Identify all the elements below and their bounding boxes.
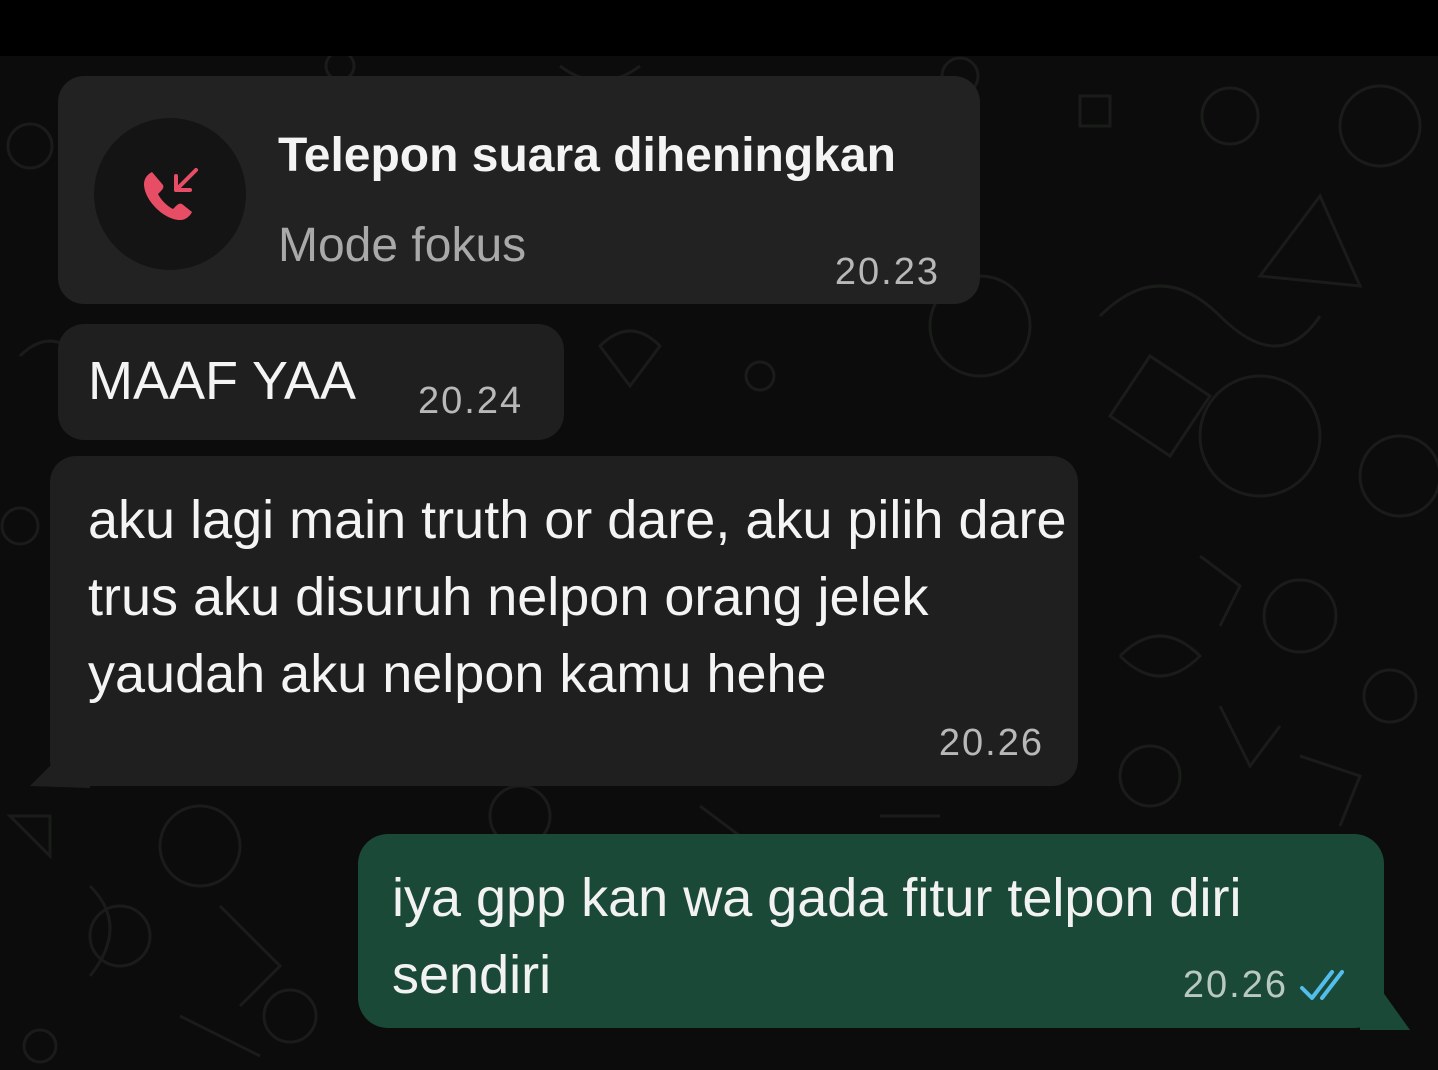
call-notice-bubble[interactable]: Telepon suara diheningkan Mode fokus 20.… [58, 76, 980, 304]
message-timestamp: 20.24 [418, 380, 524, 422]
outgoing-message-bubble[interactable]: iya gpp kan wa gada fitur telpon diri se… [358, 834, 1384, 1028]
call-icon-container [94, 118, 246, 270]
message-timestamp: 20.26 [1182, 964, 1288, 1006]
chat-screen: Telepon suara diheningkan Mode fokus 20.… [0, 56, 1438, 1070]
missed-call-phone-icon [144, 168, 198, 220]
incoming-message-bubble[interactable]: MAAF YAA 20.24 [58, 324, 564, 440]
call-notice-subtitle: Mode fokus [278, 219, 527, 272]
message-timestamp: 20.26 [938, 722, 1044, 764]
message-text: MAAF YAA [88, 351, 357, 411]
incoming-message-bubble[interactable]: aku lagi main truth or dare, aku pilih d… [50, 456, 1078, 786]
double-check-icon [1300, 970, 1344, 1000]
call-notice-title: Telepon suara diheningkan [278, 129, 896, 182]
message-timestamp: 20.23 [834, 251, 940, 293]
message-text: aku lagi main truth or dare, aku pilih d… [88, 490, 1067, 704]
